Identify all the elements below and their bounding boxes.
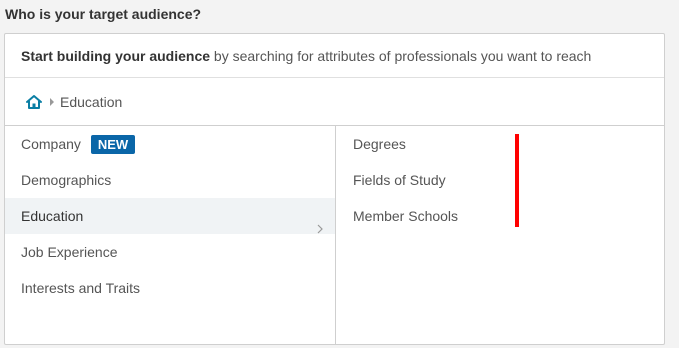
audience-question-heading: Who is your target audience? — [5, 6, 202, 22]
breadcrumb-current: Education — [60, 93, 123, 110]
home-icon[interactable] — [25, 94, 43, 110]
subcategory-member-schools[interactable]: Member Schools — [336, 198, 664, 234]
category-interests-and-traits[interactable]: Interests and Traits — [5, 270, 335, 306]
audience-builder-panel: Start building your audience by searchin… — [4, 33, 665, 345]
highlight-marker — [515, 134, 519, 227]
category-demographics[interactable]: Demographics — [5, 162, 335, 198]
category-company[interactable]: Company NEW — [5, 126, 335, 162]
chevron-right-icon — [317, 211, 323, 234]
category-label: Demographics — [21, 172, 112, 188]
intro-bold-text: Start building your audience — [21, 48, 211, 64]
category-label: Company — [21, 136, 81, 152]
breadcrumb: Education — [5, 78, 664, 126]
intro-rest-text: by searching for attributes of professio… — [210, 48, 592, 64]
category-label: Education — [21, 208, 84, 224]
breadcrumb-separator-icon — [50, 97, 54, 106]
intro-text: Start building your audience by searchin… — [5, 34, 664, 78]
category-label: Interests and Traits — [21, 280, 141, 296]
subcategory-degrees[interactable]: Degrees — [336, 126, 664, 162]
subcategory-fields-of-study[interactable]: Fields of Study — [336, 162, 664, 198]
new-badge: NEW — [90, 134, 136, 154]
category-list: Company NEW Demographics Education Job E… — [5, 126, 336, 344]
category-job-experience[interactable]: Job Experience — [5, 234, 335, 270]
category-education[interactable]: Education — [5, 198, 335, 234]
subcategory-list: Degrees Fields of Study Member Schools — [336, 126, 664, 344]
category-label: Job Experience — [21, 244, 118, 260]
